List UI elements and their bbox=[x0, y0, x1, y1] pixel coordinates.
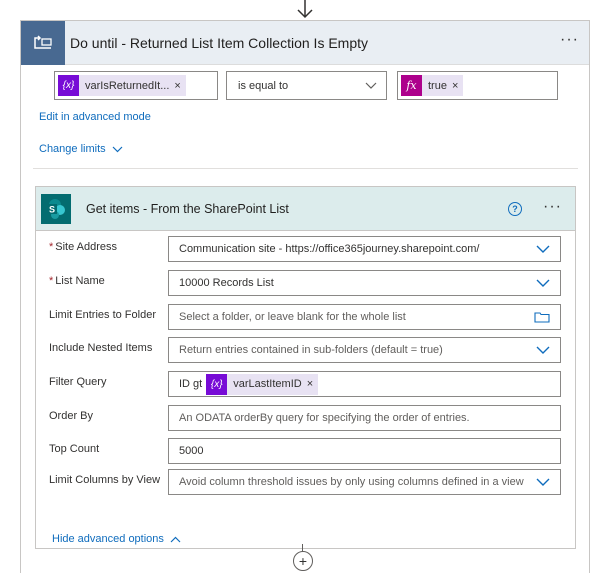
list-name-row: * List Name 10000 Records List bbox=[36, 270, 577, 296]
nested-items-label: Include Nested Items bbox=[49, 342, 153, 354]
order-by-row: Order By An ODATA orderBy query for spec… bbox=[36, 405, 577, 431]
operator-value: is equal to bbox=[238, 79, 289, 92]
limit-folder-row: Limit Entries to Folder Select a folder,… bbox=[36, 304, 577, 330]
site-address-row: * Site Address Communication site - https… bbox=[36, 236, 577, 262]
limit-columns-select[interactable]: Avoid column threshold issues by only us… bbox=[168, 469, 561, 495]
site-address-value: Communication site - https://office365jo… bbox=[179, 243, 480, 255]
limit-folder-placeholder: Select a folder, or leave blank for the … bbox=[179, 311, 406, 323]
expression-token[interactable]: fx true × bbox=[401, 75, 464, 96]
operator-select[interactable]: is equal to bbox=[226, 71, 387, 100]
nested-items-row: Include Nested Items Return entries cont… bbox=[36, 337, 577, 363]
site-address-select[interactable]: Communication site - https://office365jo… bbox=[168, 236, 561, 262]
condition-left-field[interactable]: {x} varIsReturnedIt... × bbox=[54, 71, 218, 100]
chevron-down-icon bbox=[536, 346, 550, 354]
divider bbox=[33, 168, 578, 169]
do-until-title: Do until - Returned List Item Collection… bbox=[70, 34, 369, 51]
order-by-input[interactable]: An ODATA orderBy query for specifying th… bbox=[168, 405, 561, 431]
top-count-row: Top Count 5000 bbox=[36, 438, 577, 464]
variable-token-label: varIsReturnedIt... bbox=[85, 79, 170, 92]
change-limits-label: Change limits bbox=[39, 143, 106, 155]
limit-columns-label: Limit Columns by View bbox=[49, 474, 161, 486]
nested-items-placeholder: Return entries contained in sub-folders … bbox=[179, 344, 443, 356]
chevron-up-icon bbox=[170, 536, 181, 542]
filter-query-label: Filter Query bbox=[49, 376, 107, 388]
filter-query-row: Filter Query ID gt {x} varLastItemID × bbox=[36, 371, 577, 397]
variable-token[interactable]: {x} varLastItemID × bbox=[206, 373, 319, 395]
condition-right-field[interactable]: fx true × bbox=[397, 71, 558, 100]
do-until-card: Do until - Returned List Item Collection… bbox=[20, 20, 590, 573]
edit-advanced-mode-link[interactable]: Edit in advanced mode bbox=[39, 111, 151, 123]
remove-token-icon[interactable]: × bbox=[452, 80, 463, 92]
get-items-header[interactable]: S Get items - From the SharePoint List ? bbox=[36, 187, 575, 231]
variable-icon: {x} bbox=[206, 373, 228, 395]
expression-icon: fx bbox=[401, 75, 422, 96]
limit-columns-row: Limit Columns by View Avoid column thres… bbox=[36, 469, 577, 495]
get-items-title: Get items - From the SharePoint List bbox=[86, 201, 289, 216]
hide-advanced-options-label: Hide advanced options bbox=[52, 533, 164, 545]
do-until-header[interactable]: Do until - Returned List Item Collection… bbox=[21, 20, 589, 65]
top-count-input[interactable]: 5000 bbox=[168, 438, 561, 464]
add-step-button[interactable]: + bbox=[293, 551, 313, 571]
change-limits-link[interactable]: Change limits bbox=[39, 143, 123, 155]
folder-icon[interactable] bbox=[534, 311, 550, 323]
site-address-label: * Site Address bbox=[49, 241, 118, 253]
order-by-label: Order By bbox=[49, 410, 94, 422]
filter-query-prefix: ID gt bbox=[179, 378, 203, 390]
variable-token[interactable]: {x} varIsReturnedIt... × bbox=[58, 75, 186, 96]
chevron-down-icon bbox=[536, 478, 550, 486]
get-items-card: S Get items - From the SharePoint List ?… bbox=[35, 186, 576, 549]
do-until-more-button[interactable]: ··· bbox=[560, 31, 579, 49]
get-items-more-button[interactable]: ··· bbox=[543, 198, 562, 216]
chevron-down-icon bbox=[536, 279, 550, 287]
limit-folder-label: Limit Entries to Folder bbox=[49, 309, 156, 321]
limit-columns-placeholder: Avoid column threshold issues by only us… bbox=[179, 476, 524, 488]
limit-folder-input[interactable]: Select a folder, or leave blank for the … bbox=[168, 304, 561, 330]
loop-icon bbox=[21, 20, 65, 65]
top-count-value: 5000 bbox=[179, 445, 204, 457]
filter-query-input[interactable]: ID gt {x} varLastItemID × bbox=[168, 371, 561, 397]
expression-token-label: true bbox=[428, 79, 447, 92]
list-name-label: * List Name bbox=[49, 275, 105, 287]
list-name-value: 10000 Records List bbox=[179, 277, 274, 289]
chevron-down-icon bbox=[112, 146, 123, 152]
order-by-placeholder: An ODATA orderBy query for specifying th… bbox=[179, 412, 470, 424]
chevron-down-icon bbox=[365, 82, 377, 89]
remove-token-icon[interactable]: × bbox=[307, 378, 318, 390]
remove-token-icon[interactable]: × bbox=[174, 80, 185, 92]
condition-row: {x} varIsReturnedIt... × is equal to fx … bbox=[54, 71, 558, 100]
sharepoint-icon: S bbox=[41, 194, 71, 224]
list-name-select[interactable]: 10000 Records List bbox=[168, 270, 561, 296]
variable-token-label: varLastItemID bbox=[233, 378, 302, 390]
top-count-label: Top Count bbox=[49, 443, 100, 455]
nested-items-select[interactable]: Return entries contained in sub-folders … bbox=[168, 337, 561, 363]
variable-icon: {x} bbox=[58, 75, 79, 96]
help-icon[interactable]: ? bbox=[508, 202, 522, 216]
arrow-down-icon bbox=[297, 0, 313, 19]
chevron-down-icon bbox=[536, 245, 550, 253]
svg-text:S: S bbox=[49, 205, 55, 215]
hide-advanced-options-link[interactable]: Hide advanced options bbox=[52, 533, 181, 545]
